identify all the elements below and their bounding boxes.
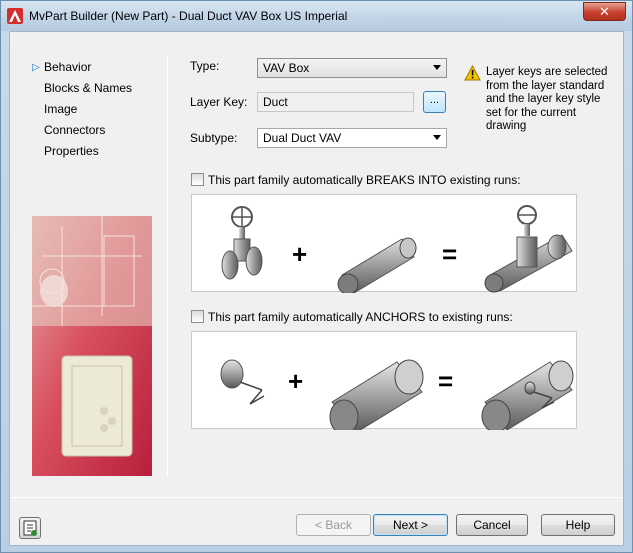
anchored-duct-result-icon: [481, 360, 574, 430]
equals-sign: =: [442, 239, 457, 269]
nav-item-label: Properties: [44, 144, 99, 158]
svg-text:=: =: [438, 366, 453, 396]
breaks-into-checkbox[interactable]: [191, 173, 204, 186]
pipe-part-icon: [337, 237, 417, 293]
anchors-checkbox[interactable]: [191, 310, 204, 323]
subtype-label: Subtype:: [190, 131, 238, 145]
breaks-into-illustration: + =: [191, 194, 577, 293]
layer-key-label: Layer Key:: [190, 95, 248, 109]
layer-key-warning-text: Layer keys are selected from the layer s…: [486, 66, 608, 132]
cancel-button[interactable]: Cancel: [456, 514, 528, 536]
equals-sign: =: [438, 366, 453, 396]
nav-item-connectors[interactable]: Connectors: [32, 120, 132, 141]
current-page-arrow-icon: ▷: [32, 62, 40, 73]
next-button[interactable]: Next >: [373, 514, 448, 536]
wizard-side-image: [32, 216, 152, 476]
subtype-dropdown[interactable]: Dual Duct VAV: [257, 128, 447, 148]
nav-item-label: Image: [44, 102, 78, 116]
type-dropdown[interactable]: VAV Box: [257, 58, 447, 78]
svg-text:+: +: [292, 239, 307, 269]
duct-part-icon: [329, 359, 424, 430]
layer-key-value: Duct: [263, 95, 288, 109]
type-label: Type:: [190, 59, 220, 73]
nav-item-blocks-names[interactable]: Blocks & Names: [32, 78, 132, 99]
warning-icon: [464, 64, 481, 84]
browse-layer-key-button[interactable]: ...: [423, 91, 446, 113]
autocad-logo-icon: [7, 8, 23, 24]
nav-item-image[interactable]: Image: [32, 99, 132, 120]
plus-sign: +: [288, 366, 303, 396]
chevron-down-icon: [433, 135, 441, 140]
anchors-label: This part family automatically ANCHORS t…: [208, 310, 513, 324]
bottom-divider: [10, 497, 623, 498]
close-button[interactable]: ✕: [583, 2, 626, 21]
plus-sign: +: [292, 239, 307, 269]
layer-key-field: Duct: [257, 92, 414, 112]
subtype-value: Dual Duct VAV: [263, 131, 342, 145]
title-bar[interactable]: MvPart Builder (New Part) - Dual Duct VA…: [1, 1, 632, 31]
close-icon: ✕: [599, 4, 610, 19]
dialog-window: MvPart Builder (New Part) - Dual Duct VA…: [0, 0, 633, 553]
help-book-icon: [23, 520, 37, 536]
help-button[interactable]: Help: [541, 514, 615, 536]
svg-text:+: +: [288, 366, 303, 396]
hanger-part-icon: [220, 359, 265, 405]
chevron-down-icon: [433, 65, 441, 70]
vertical-divider: [167, 56, 168, 476]
window-title: MvPart Builder (New Part) - Dual Duct VA…: [29, 9, 348, 23]
nav-item-properties[interactable]: Properties: [32, 141, 132, 162]
anchors-illustration: + =: [191, 331, 577, 430]
type-value: VAV Box: [263, 61, 310, 75]
valve-part-icon: [221, 206, 263, 280]
back-button[interactable]: < Back: [296, 514, 371, 536]
breaks-into-option[interactable]: This part family automatically BREAKS IN…: [191, 173, 521, 187]
dialog-client-area: ▷ Behavior Blocks & Names Image Connecto…: [9, 31, 624, 546]
page-nav: ▷ Behavior Blocks & Names Image Connecto…: [32, 57, 132, 162]
nav-item-label: Blocks & Names: [44, 81, 133, 95]
breaks-into-label: This part family automatically BREAKS IN…: [208, 173, 521, 187]
help-topic-button[interactable]: [19, 517, 41, 539]
nav-item-behavior[interactable]: ▷ Behavior: [32, 57, 132, 78]
nav-item-label: Behavior: [44, 60, 92, 74]
svg-text:=: =: [442, 239, 457, 269]
valve-in-pipe-result-icon: [484, 205, 573, 293]
nav-item-label: Connectors: [44, 123, 106, 137]
anchors-option[interactable]: This part family automatically ANCHORS t…: [191, 310, 513, 324]
